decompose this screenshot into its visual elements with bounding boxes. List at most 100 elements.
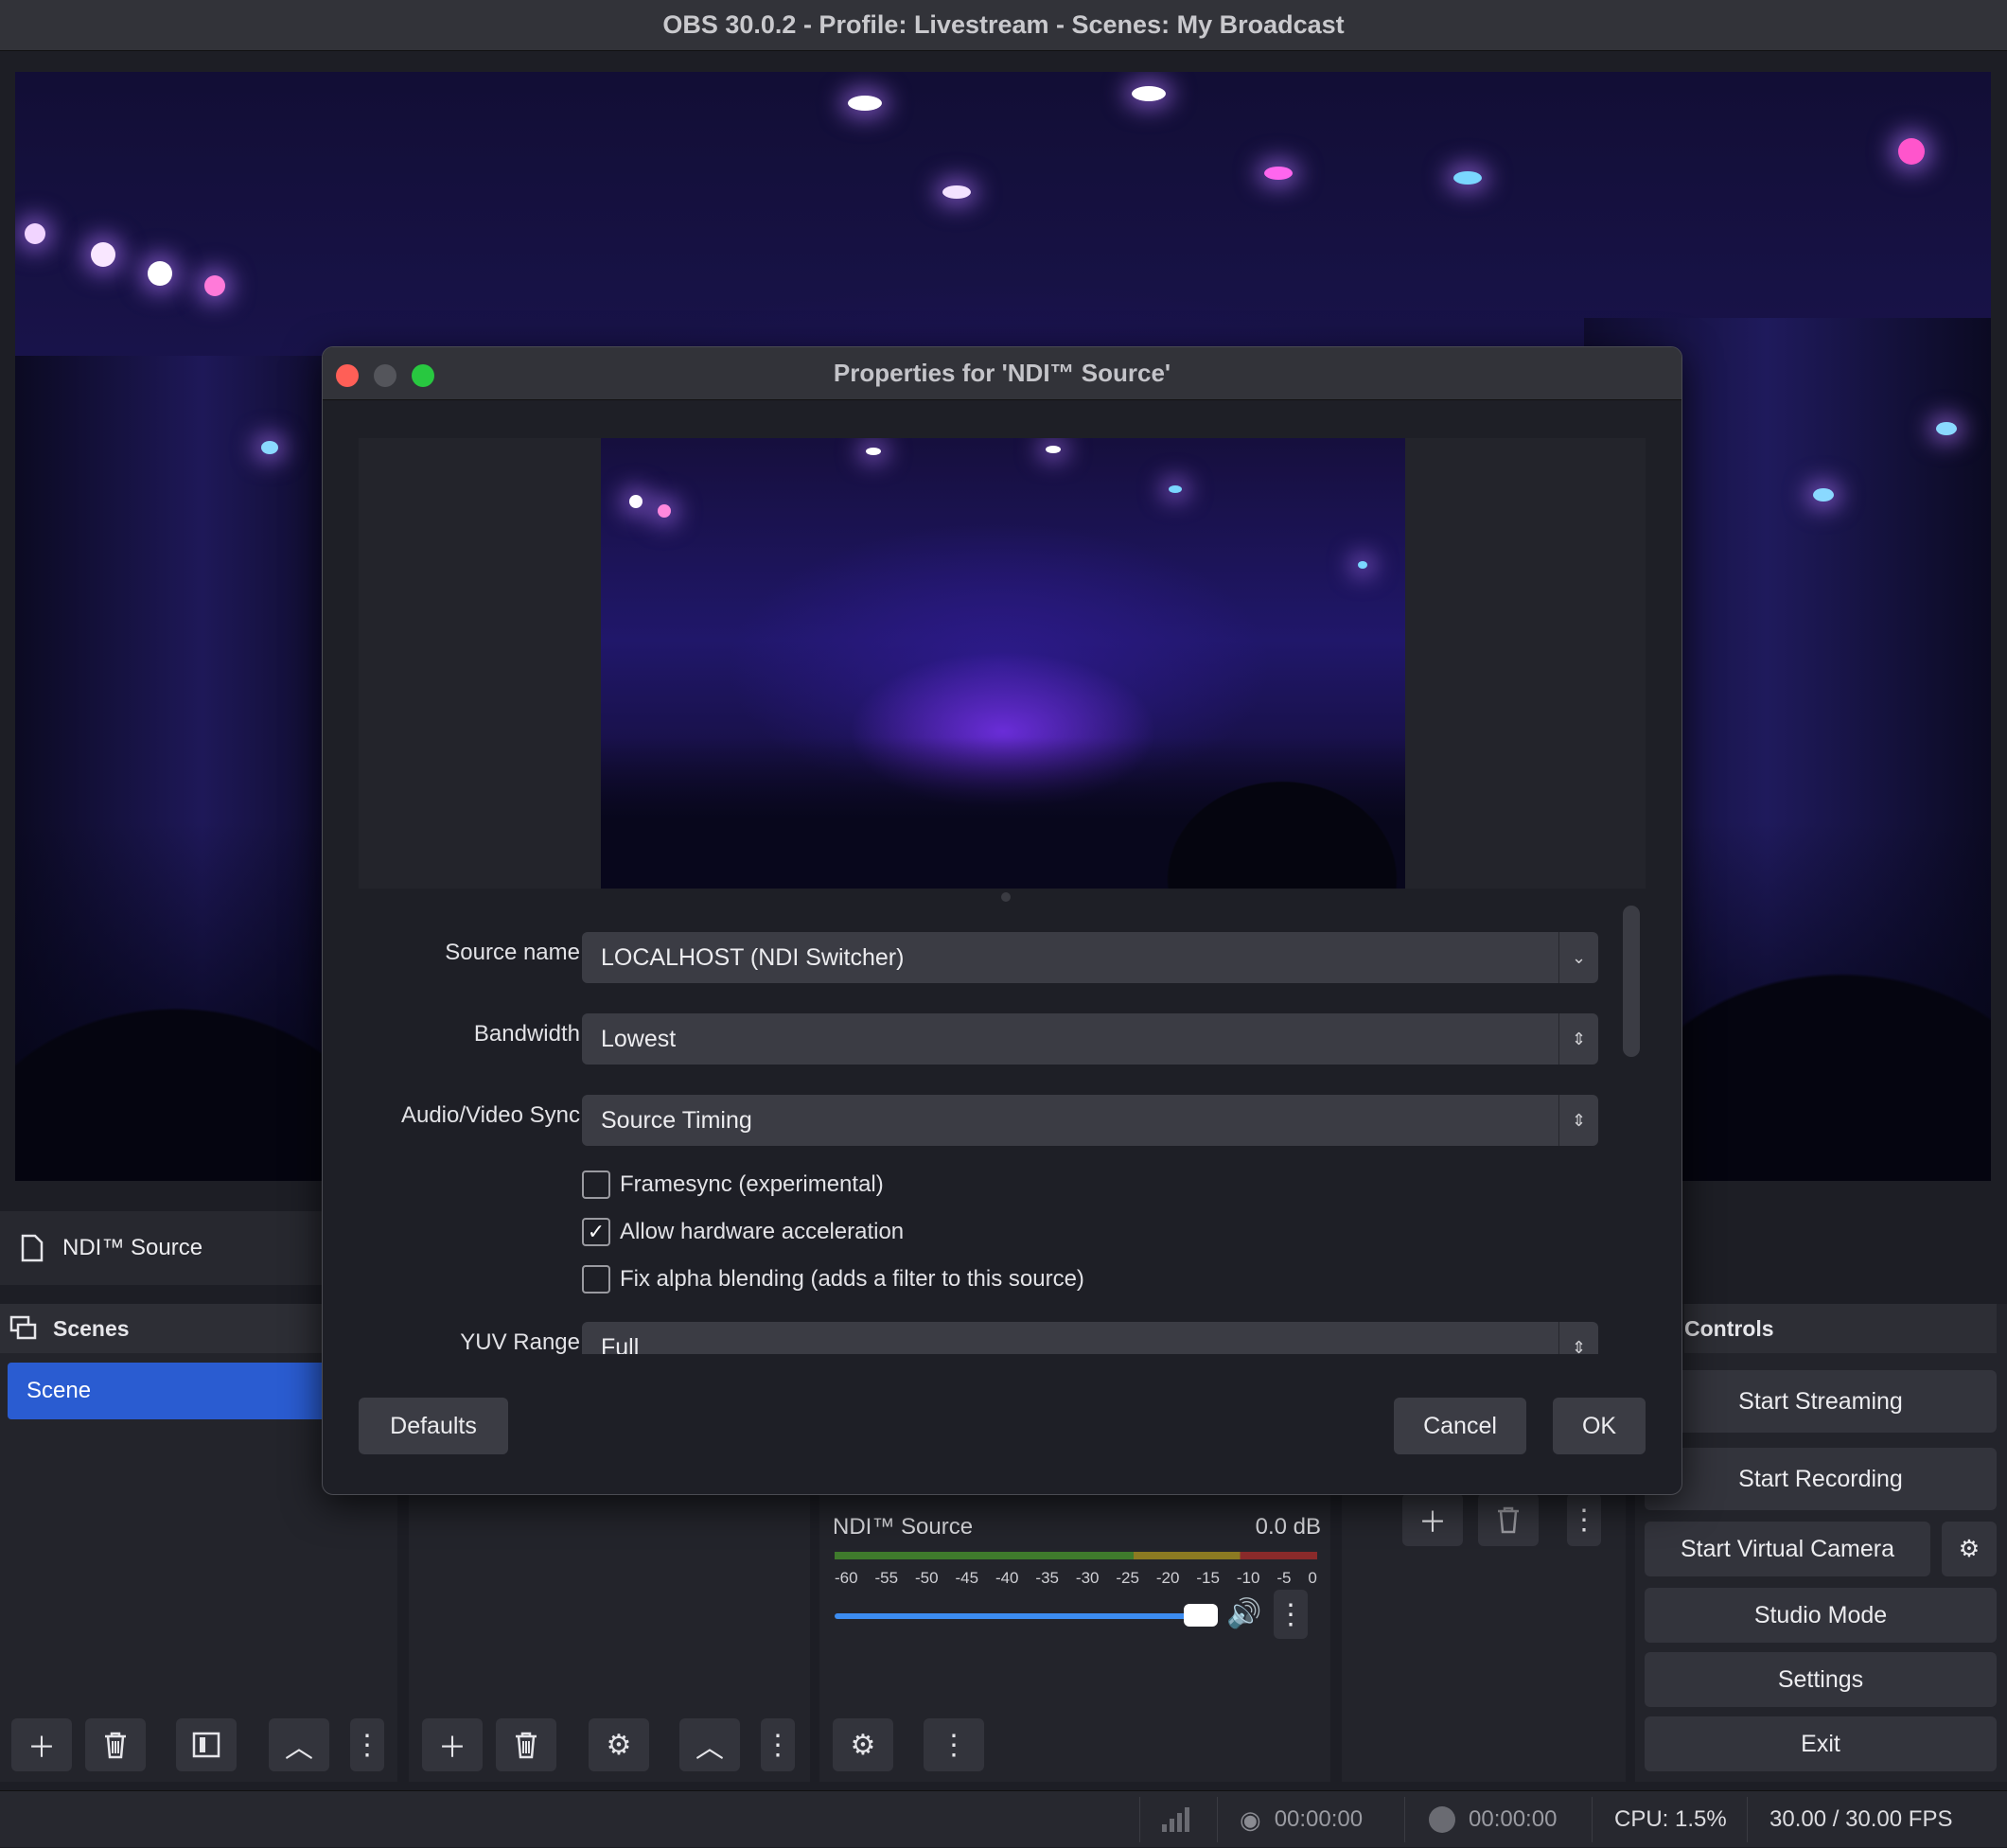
stage-light bbox=[25, 223, 45, 244]
add-transition-button[interactable]: ＋ bbox=[1402, 1493, 1463, 1546]
trash-icon bbox=[516, 1732, 537, 1759]
transition-more-button[interactable]: ⋮ bbox=[1567, 1493, 1601, 1546]
stage-light bbox=[261, 441, 278, 454]
settings-button[interactable]: Settings bbox=[1645, 1652, 1997, 1707]
obs-main-window: OBS 30.0.2 - Profile: Livestream - Scene… bbox=[0, 0, 2007, 1847]
defaults-button[interactable]: Defaults bbox=[359, 1398, 508, 1454]
move-source-up-button[interactable]: ︿ bbox=[679, 1718, 740, 1771]
meter-tick-label: -25 bbox=[1116, 1569, 1139, 1587]
remove-source-button[interactable] bbox=[496, 1718, 556, 1771]
meter-tick-label: -15 bbox=[1196, 1569, 1220, 1587]
status-separator bbox=[1592, 1797, 1593, 1842]
gear-icon: ⚙ bbox=[1958, 1536, 1981, 1562]
studio-mode-button[interactable]: Studio Mode bbox=[1645, 1588, 1997, 1643]
chevron-up-icon: ︿ bbox=[695, 1733, 724, 1764]
fps-readout: 30.00 / 30.00 FPS bbox=[1769, 1806, 1953, 1832]
stage-light bbox=[1898, 138, 1925, 165]
cancel-button[interactable]: Cancel bbox=[1394, 1398, 1526, 1454]
plus-icon: ＋ bbox=[438, 1733, 467, 1764]
trash-icon bbox=[1498, 1506, 1519, 1534]
stage-light bbox=[91, 242, 115, 267]
volume-slider[interactable] bbox=[835, 1613, 1201, 1619]
stage-light bbox=[942, 185, 971, 199]
source-name-select[interactable]: LOCALHOST (NDI Switcher) ⌄ bbox=[582, 932, 1598, 983]
gear-icon: ⚙ bbox=[606, 1729, 632, 1761]
meter-tick-label: -50 bbox=[914, 1569, 939, 1587]
checkbox-box[interactable] bbox=[582, 1265, 610, 1294]
more-vertical-icon: ⋮ bbox=[1276, 1598, 1305, 1630]
meter-tick-label: -5 bbox=[1276, 1569, 1292, 1587]
meter-tick-label: -55 bbox=[874, 1569, 899, 1587]
start-streaming-button[interactable]: Start Streaming bbox=[1645, 1370, 1997, 1433]
source-name-label: Source name bbox=[445, 940, 580, 965]
streaming-status: ◉ 00:00:00 bbox=[1240, 1791, 1363, 1848]
source-name-value: LOCALHOST (NDI Switcher) bbox=[601, 943, 905, 971]
start-recording-button[interactable]: Start Recording bbox=[1645, 1448, 1997, 1510]
trash-icon bbox=[105, 1732, 126, 1759]
plus-icon: ＋ bbox=[27, 1733, 56, 1764]
hw-accel-label: Allow hardware acceleration bbox=[620, 1219, 905, 1244]
meter-tick-label: -30 bbox=[1075, 1569, 1100, 1587]
network-signal-icon bbox=[1160, 1791, 1192, 1848]
exit-button[interactable]: Exit bbox=[1645, 1716, 1997, 1771]
remove-transition-button[interactable] bbox=[1478, 1493, 1539, 1546]
stage-light bbox=[204, 275, 225, 296]
speaker-icon[interactable]: 🔊 bbox=[1226, 1597, 1261, 1630]
checkmark-icon[interactable]: ✓ bbox=[582, 1218, 610, 1246]
stream-time: 00:00:00 bbox=[1274, 1806, 1364, 1832]
ok-button[interactable]: OK bbox=[1553, 1398, 1646, 1454]
av-sync-select[interactable]: Source Timing ⇕ bbox=[582, 1095, 1598, 1146]
source-properties-button[interactable]: ⚙ bbox=[589, 1718, 649, 1771]
meter-tick-label: 0 bbox=[1308, 1569, 1317, 1587]
yuv-range-select[interactable]: Full ⇕ bbox=[582, 1322, 1598, 1354]
controls-title: Controls bbox=[1684, 1315, 1774, 1341]
mixer-source-name: NDI™ Source bbox=[833, 1514, 974, 1540]
framesync-checkbox[interactable]: Framesync (experimental) bbox=[582, 1170, 884, 1199]
fix-alpha-label: Fix alpha blending (adds a filter to thi… bbox=[620, 1266, 1084, 1292]
window-titlebar: OBS 30.0.2 - Profile: Livestream - Scene… bbox=[0, 0, 2007, 51]
fix-alpha-checkbox[interactable]: Fix alpha blending (adds a filter to thi… bbox=[582, 1265, 1084, 1294]
stage-light bbox=[1813, 488, 1834, 502]
add-scene-button[interactable]: ＋ bbox=[11, 1718, 72, 1771]
av-sync-value: Source Timing bbox=[601, 1106, 752, 1134]
volume-slider-knob[interactable] bbox=[1184, 1604, 1218, 1627]
file-icon bbox=[21, 1234, 44, 1262]
status-bar: ◉ 00:00:00 00:00:00 CPU: 1.5% 30.00 / 30… bbox=[0, 1790, 2007, 1847]
remove-scene-button[interactable] bbox=[85, 1718, 146, 1771]
add-source-button[interactable]: ＋ bbox=[422, 1718, 483, 1771]
av-sync-label: Audio/Video Sync bbox=[400, 1102, 580, 1128]
scenes-icon bbox=[9, 1315, 37, 1340]
scene-list-item[interactable]: Scene bbox=[8, 1363, 329, 1419]
scene-filters-button[interactable] bbox=[176, 1718, 237, 1771]
start-virtual-camera-button[interactable]: Start Virtual Camera bbox=[1645, 1522, 1930, 1576]
properties-dialog: Properties for 'NDI™ Source' Source name… bbox=[322, 346, 1682, 1495]
mixer-level: 0.0 dB bbox=[1255, 1514, 1321, 1540]
plus-icon: ＋ bbox=[1418, 1507, 1447, 1539]
recording-status: 00:00:00 bbox=[1429, 1791, 1557, 1848]
hw-accel-checkbox[interactable]: ✓ Allow hardware acceleration bbox=[582, 1218, 904, 1246]
bandwidth-value: Lowest bbox=[601, 1025, 677, 1052]
virtual-camera-settings-button[interactable]: ⚙ bbox=[1942, 1522, 1997, 1576]
scene-item-label: Scene bbox=[26, 1378, 92, 1403]
framesync-label: Framesync (experimental) bbox=[620, 1171, 884, 1197]
checkbox-box[interactable] bbox=[582, 1170, 610, 1199]
move-scene-up-button[interactable]: ︿ bbox=[269, 1718, 329, 1771]
active-source-label: NDI™ Source bbox=[62, 1235, 203, 1260]
source-toolbar: NDI™ Source bbox=[0, 1211, 341, 1285]
channel-more-button[interactable]: ⋮ bbox=[1274, 1590, 1308, 1639]
source-more-button[interactable]: ⋮ bbox=[761, 1718, 795, 1771]
bandwidth-select[interactable]: Lowest ⇕ bbox=[582, 1013, 1598, 1065]
bandwidth-label: Bandwidth bbox=[473, 1021, 580, 1047]
volume-meter bbox=[835, 1552, 1317, 1559]
audio-mixer-channel: NDI™ Source 0.0 dB -60 -55 -50 -45 -40 -35 -30… bbox=[819, 1495, 1330, 1769]
more-vertical-icon: ⋮ bbox=[353, 1729, 381, 1761]
status-separator bbox=[1404, 1797, 1405, 1842]
scene-more-button[interactable]: ⋮ bbox=[350, 1718, 384, 1771]
status-separator bbox=[1139, 1797, 1140, 1842]
scenes-header: Scenes bbox=[0, 1304, 341, 1353]
controls-header: Controls bbox=[1684, 1304, 1997, 1353]
more-vertical-icon: ⋮ bbox=[1570, 1504, 1598, 1536]
stage-light bbox=[1264, 167, 1293, 180]
chevron-up-icon: ︿ bbox=[285, 1733, 313, 1764]
properties-form: Source name LOCALHOST (NDI Switcher) ⌄ B… bbox=[323, 347, 1647, 1354]
